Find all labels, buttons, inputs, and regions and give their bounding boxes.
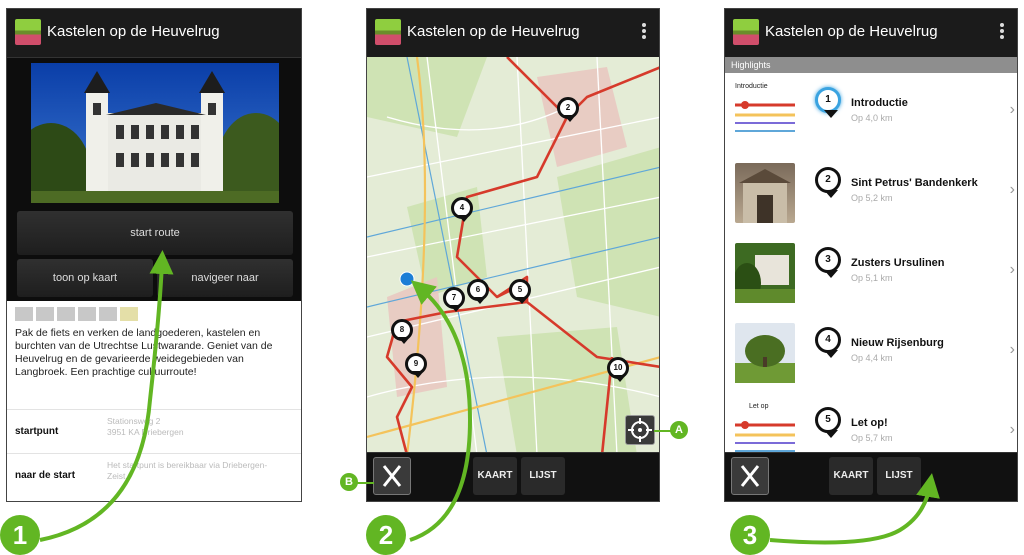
item-title: Nieuw Rijsenburg [851, 337, 944, 349]
item-distance: Op 4,0 km [851, 113, 893, 123]
fork-knife-icon [382, 465, 402, 487]
tools-button[interactable] [731, 457, 769, 495]
item-number-badge: 2 [815, 167, 841, 198]
overflow-menu-icon[interactable] [999, 21, 1005, 45]
item-thumbnail: Let op [735, 403, 795, 455]
item-number-badge: 4 [815, 327, 841, 358]
map-marker[interactable]: 9 [405, 353, 427, 378]
item-thumbnail [735, 163, 795, 223]
fork-knife-icon [740, 465, 760, 487]
start-route-button[interactable]: start route [17, 211, 293, 255]
parking-icon [15, 307, 33, 321]
item-thumbnail: Introductie [735, 83, 795, 143]
sun-icon [120, 307, 138, 321]
bottom-bar: KAART LIJST [367, 452, 659, 501]
show-on-map-button[interactable]: toon op kaart [17, 259, 153, 297]
phone-screen-highlights-list: Kastelen op de Heuvelrug Highlights Intr… [724, 8, 1018, 502]
app-bar: Kastelen op de Heuvelrug [367, 9, 659, 58]
app-title: Kastelen op de Heuvelrug [407, 23, 580, 40]
app-logo-icon [15, 19, 41, 45]
amenity-icons-row [15, 307, 138, 326]
tools-button[interactable] [373, 457, 411, 495]
route-description-panel: Pak de fiets en verken de landgoederen, … [7, 301, 301, 501]
food-icon [99, 307, 117, 321]
app-bar: Kastelen op de Heuvelrug [725, 9, 1017, 58]
map-marker[interactable]: 10 [607, 357, 629, 382]
info-label: startpunt [15, 426, 59, 437]
navigate-to-button[interactable]: navigeer naar [157, 259, 293, 297]
bike-icon [78, 307, 96, 321]
tab-list[interactable]: LIJST [521, 457, 565, 495]
item-number-badge: 3 [815, 247, 841, 278]
step-marker-3: 3 [730, 515, 770, 555]
chevron-right-icon: › [1009, 261, 1015, 278]
item-distance: Op 5,2 km [851, 193, 893, 203]
list-item[interactable]: Introductie 1 Introductie Op 4,0 km › [725, 73, 1017, 154]
callout-b: B [340, 473, 358, 491]
list-item[interactable]: Let op 5 Let op! Op 5,7 km › [725, 393, 1017, 455]
app-title: Kastelen op de Heuvelrug [47, 23, 220, 40]
map-marker[interactable]: 5 [509, 279, 531, 304]
map-canvas [367, 57, 659, 455]
section-header: Highlights [725, 57, 1017, 73]
phone-screen-route-detail: Kastelen op de Heuvelrug start route too… [6, 8, 302, 502]
castle-image [31, 63, 279, 203]
crosshair-icon [628, 418, 652, 442]
bus-icon [36, 307, 54, 321]
step-marker-1: 1 [0, 515, 40, 555]
locate-me-button[interactable] [625, 415, 655, 445]
map-marker[interactable]: 7 [443, 287, 465, 312]
item-title: Let op! [851, 417, 888, 429]
route-lines-icon [735, 421, 795, 452]
item-number-badge: 1 [815, 87, 841, 118]
list-item[interactable]: 4 Nieuw Rijsenburg Op 4,4 km › [725, 313, 1017, 394]
bottom-bar: KAART LIJST [725, 452, 1017, 501]
estate-photo [735, 335, 795, 383]
overflow-menu-icon[interactable] [641, 21, 647, 45]
item-distance: Op 5,1 km [851, 273, 893, 283]
callout-b-line [356, 482, 374, 484]
item-number-badge: 5 [815, 407, 841, 438]
step-marker-2: 2 [366, 515, 406, 555]
route-description: Pak de fiets en verken de landgoederen, … [15, 327, 273, 378]
list-item[interactable]: 3 Zusters Ursulinen Op 5,1 km › [725, 233, 1017, 314]
chevron-right-icon: › [1009, 421, 1015, 438]
phone-screen-map: Kastelen op de Heuvelrug 2 4 5 6 7 8 9 1… [366, 8, 660, 502]
tab-list[interactable]: LIJST [877, 457, 921, 495]
castle-photo [31, 63, 279, 203]
tab-map[interactable]: KAART [829, 457, 873, 495]
tab-map[interactable]: KAART [473, 457, 517, 495]
map-marker[interactable]: 8 [391, 319, 413, 344]
info-value: Het startpunt is bereikbaar via Drieberg… [107, 460, 268, 481]
callout-a: A [670, 421, 688, 439]
info-label: naar de start [15, 470, 76, 481]
chevron-right-icon: › [1009, 101, 1015, 118]
item-distance: Op 4,4 km [851, 353, 893, 363]
item-distance: Op 5,7 km [851, 433, 893, 443]
item-thumbnail [733, 243, 795, 303]
map-marker[interactable]: 4 [451, 197, 473, 222]
info-value: Stationsweg 2 3951 KA Driebergen [107, 416, 184, 437]
item-title: Sint Petrus' Bandenkerk [851, 177, 978, 189]
app-title: Kastelen op de Heuvelrug [765, 23, 938, 40]
chevron-right-icon: › [1009, 341, 1015, 358]
list-item[interactable]: 2 Sint Petrus' Bandenkerk Op 5,2 km › [725, 153, 1017, 234]
item-title: Introductie [851, 97, 908, 109]
chevron-right-icon: › [1009, 181, 1015, 198]
app-logo-icon [375, 19, 401, 45]
app-logo-icon [733, 19, 759, 45]
map-marker[interactable]: 6 [467, 279, 489, 304]
convent-photo [733, 255, 795, 303]
info-row-startpoint: startpunt Stationsweg 2 3951 KA Drieberg… [7, 409, 301, 452]
info-row-directions: naar de start Het startpunt is bereikbaa… [7, 453, 301, 496]
item-title: Zusters Ursulinen [851, 257, 945, 269]
train-icon [57, 307, 75, 321]
app-bar: Kastelen op de Heuvelrug [7, 9, 301, 58]
route-lines-icon [735, 101, 795, 132]
route-map[interactable]: 2 4 5 6 7 8 9 10 [367, 57, 659, 455]
church-photo [739, 169, 791, 223]
map-marker[interactable]: 2 [557, 97, 579, 122]
highlights-list: Introductie 1 Introductie Op 4,0 km › 2 … [725, 73, 1017, 455]
item-thumbnail [735, 323, 795, 383]
